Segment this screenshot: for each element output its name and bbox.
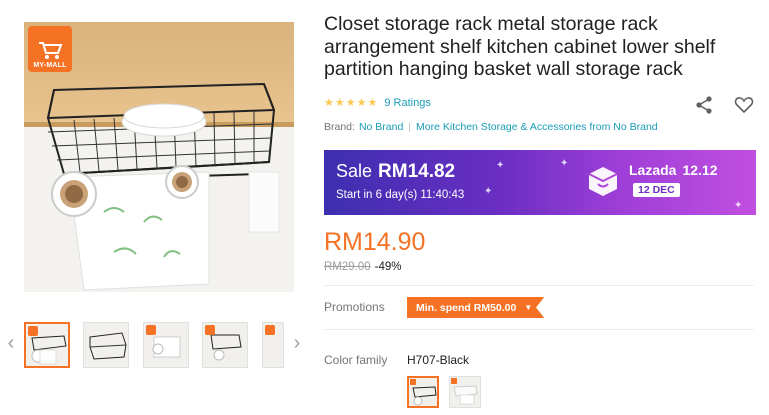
swatch-image xyxy=(410,379,437,406)
ratings-link[interactable]: 9 Ratings xyxy=(384,97,430,109)
brand-row: Brand: No Brand | More Kitchen Storage &… xyxy=(324,121,658,133)
color-swatch-white[interactable] xyxy=(449,376,481,408)
swatch-image xyxy=(451,378,478,405)
original-price: RM29.00 xyxy=(324,261,371,273)
star-icon: ★ xyxy=(345,97,356,109)
thumbnail-4[interactable] xyxy=(202,322,248,368)
sale-countdown: Start in 6 day(s) 11:40:43 xyxy=(336,189,465,201)
thumbnail-5[interactable] xyxy=(262,322,284,368)
sale-line: Sale RM14.82 xyxy=(336,161,455,183)
thumbnail-2[interactable] xyxy=(83,322,129,368)
color-swatch-black[interactable] xyxy=(407,376,439,408)
sparkle-icon: ✦ xyxy=(484,186,493,197)
promotion-voucher-text: Min. spend RM50.00 xyxy=(416,301,517,314)
thumbnail-3[interactable] xyxy=(143,322,189,368)
campaign-date: 12.12 xyxy=(682,162,718,178)
thumbnail-image xyxy=(89,332,127,360)
mall-mini-badge xyxy=(205,325,215,335)
color-family-label: Color family xyxy=(324,353,388,367)
ratings-row: ★ ★ ★ ★ ★ 9 Ratings xyxy=(324,97,431,109)
caret-down-icon: ▼ xyxy=(524,303,533,312)
original-price-row: RM29.00 -49% xyxy=(324,261,402,273)
mall-mini-badge xyxy=(265,325,275,335)
thumbnail-strip: ‹ › xyxy=(0,318,310,374)
star-icon: ★ xyxy=(334,97,345,109)
brand-separator: | xyxy=(408,121,412,133)
star-icon: ★ xyxy=(356,97,367,109)
lazada-campaign: Lazada 12.12 xyxy=(629,162,718,178)
campaign-date-badge: 12 DEC xyxy=(633,183,680,197)
brand-label: Brand: xyxy=(324,121,355,133)
promotion-voucher-dropdown[interactable]: Min. spend RM50.00 ▼ xyxy=(407,297,545,318)
star-icon: ★ xyxy=(367,97,378,109)
product-title: Closet storage rack metal storage rack a… xyxy=(324,13,716,80)
sparkle-icon: ✦ xyxy=(734,200,743,211)
mall-badge-text: MY-MALL xyxy=(33,62,67,69)
chevron-left-icon[interactable]: ‹ xyxy=(2,332,20,354)
more-from-brand-link[interactable]: More Kitchen Storage & Accessories from … xyxy=(416,121,658,133)
heart-icon[interactable] xyxy=(734,95,754,115)
chevron-right-icon[interactable]: › xyxy=(288,332,306,354)
divider xyxy=(324,285,754,286)
sparkle-icon: ✦ xyxy=(560,158,569,169)
promotions-label: Promotions xyxy=(324,300,385,314)
sale-price: RM14.82 xyxy=(378,161,456,182)
color-family-value: H707-Black xyxy=(407,353,470,367)
rating-stars: ★ ★ ★ ★ ★ xyxy=(324,97,377,109)
share-icon[interactable] xyxy=(694,95,714,115)
discount-percent: -49% xyxy=(374,261,402,273)
brand-link[interactable]: No Brand xyxy=(359,121,403,133)
sale-label: Sale xyxy=(336,161,373,181)
star-icon: ★ xyxy=(324,97,334,109)
divider xyxy=(324,329,754,330)
thumbnail-1[interactable] xyxy=(24,322,70,368)
mall-mini-badge xyxy=(146,325,156,335)
product-main-image[interactable]: MY-MALL xyxy=(24,22,294,292)
flash-sale-banner[interactable]: Sale RM14.82 Start in 6 day(s) 11:40:43 … xyxy=(324,150,756,215)
lazada-brand: Lazada xyxy=(629,162,677,178)
mall-mini-badge xyxy=(28,326,38,336)
current-price: RM14.90 xyxy=(324,228,426,256)
mall-badge: MY-MALL xyxy=(28,26,72,72)
lazada-logo-icon xyxy=(588,167,618,196)
cart-icon xyxy=(39,42,63,59)
sparkle-icon: ✦ xyxy=(496,160,505,171)
